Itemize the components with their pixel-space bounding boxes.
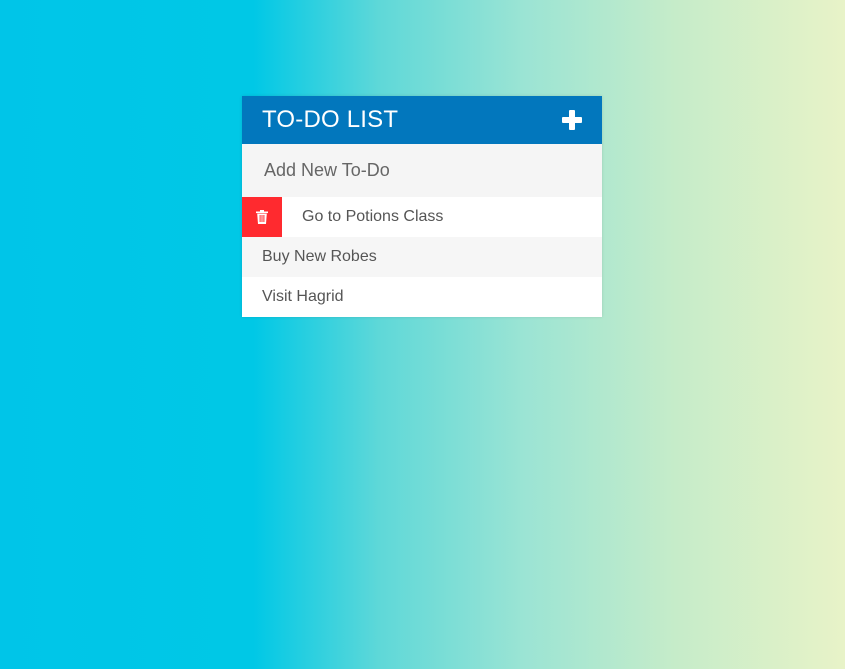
- todo-list: Go to Potions Class Buy New Robes Visit …: [242, 197, 602, 317]
- plus-icon[interactable]: [562, 110, 582, 130]
- trash-icon: [256, 210, 268, 224]
- todo-item[interactable]: Go to Potions Class: [242, 197, 602, 237]
- todo-card: TO-DO LIST Go to Potions Class: [242, 96, 602, 317]
- todo-text: Go to Potions Class: [302, 208, 444, 225]
- todo-item[interactable]: Visit Hagrid: [242, 277, 602, 317]
- todo-text: Visit Hagrid: [262, 288, 344, 305]
- page-title: TO-DO LIST: [262, 106, 399, 133]
- new-todo-input[interactable]: [242, 144, 602, 197]
- todo-text: Buy New Robes: [262, 248, 377, 265]
- todo-item[interactable]: Buy New Robes: [242, 237, 602, 277]
- delete-button[interactable]: [242, 197, 282, 237]
- todo-header: TO-DO LIST: [242, 96, 602, 144]
